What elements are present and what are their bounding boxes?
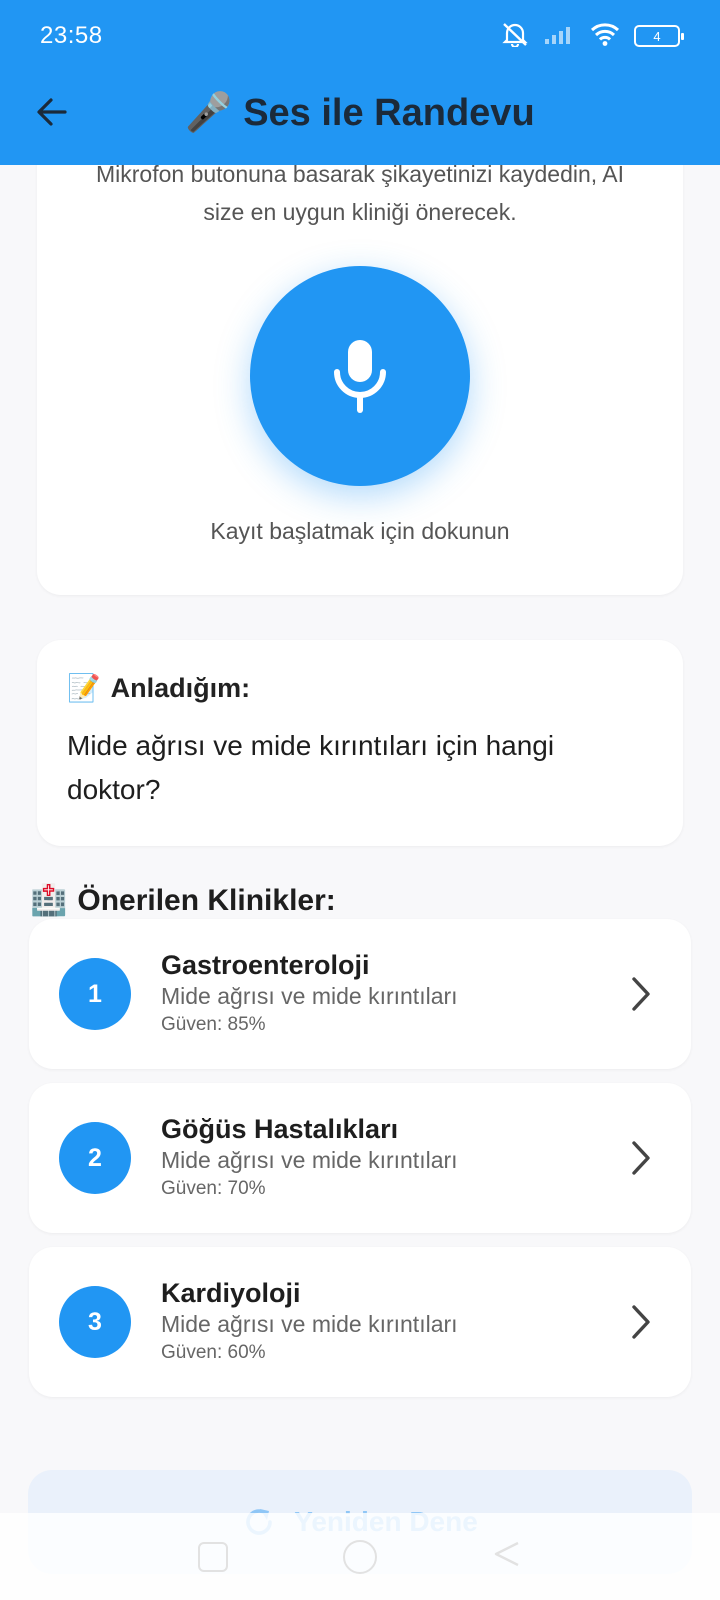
status-time: 23:58 <box>40 22 103 49</box>
record-card: Mikrofon butonuna basarak şikayetinizi k… <box>37 120 683 595</box>
clinic-name: Kardiyoloji <box>161 1278 301 1308</box>
clinics-title: Önerilen Klinikler: <box>77 883 336 917</box>
status-bar: 23:58 4 <box>0 0 720 72</box>
clinic-info: Kardiyoloji Mide ağrısı ve mide kırıntıl… <box>161 1277 621 1367</box>
clinic-name: Gastroenteroloji <box>161 950 370 980</box>
microphone-icon <box>334 340 386 413</box>
clinic-rank-badge: 2 <box>59 1122 131 1194</box>
clinic-reason: Mide ağrısı ve mide kırıntıları <box>161 1311 458 1337</box>
back-nav-button[interactable] <box>492 1539 522 1574</box>
home-button[interactable] <box>342 1539 377 1574</box>
clinic-card-1[interactable]: 1 Gastroenteroloji Mide ağrısı ve mide k… <box>29 919 691 1069</box>
clinic-info: Göğüs Hastalıkları Mide ağrısı ve mide k… <box>161 1113 621 1203</box>
battery-icon: 4 <box>634 25 684 47</box>
arrow-left-icon <box>37 98 67 126</box>
toolbar: 🎤 Ses ile Randevu <box>0 72 720 165</box>
clinic-reason: Mide ağrısı ve mide kırıntıları <box>161 1147 458 1173</box>
app-bar: 23:58 4 🎤 Ses ile Randevu <box>0 0 720 165</box>
understood-header: 📝 Anladığım: <box>67 672 653 704</box>
system-nav-bar <box>0 1513 720 1600</box>
hospital-icon: 🏥 <box>30 884 68 917</box>
understood-card: 📝 Anladığım: Mide ağrısı ve mide kırıntı… <box>37 640 683 846</box>
memo-icon: 📝 <box>67 673 101 703</box>
clinic-confidence: Güven: 85% <box>161 1014 266 1035</box>
clinic-info: Gastroenteroloji Mide ağrısı ve mide kır… <box>161 949 621 1039</box>
understood-text: Mide ağrısı ve mide kırıntıları için han… <box>67 730 555 805</box>
back-button[interactable] <box>30 90 74 134</box>
back-triangle-icon <box>495 1541 519 1567</box>
recent-apps-button[interactable] <box>197 1541 228 1572</box>
clinic-confidence: Güven: 60% <box>161 1342 266 1363</box>
mute-icon <box>500 21 530 52</box>
clinic-card-3[interactable]: 3 Kardiyoloji Mide ağrısı ve mide kırınt… <box>29 1247 691 1397</box>
record-hint: Kayıt başlatmak için dokunun <box>210 518 510 544</box>
status-icons: 4 <box>500 21 684 52</box>
page-title: 🎤 Ses ile Randevu <box>185 91 535 134</box>
clinic-rank-badge: 3 <box>59 1286 131 1358</box>
wifi-icon <box>590 22 620 51</box>
clinic-card-2[interactable]: 2 Göğüs Hastalıkları Mide ağrısı ve mide… <box>29 1083 691 1233</box>
clinic-confidence: Güven: 70% <box>161 1178 266 1199</box>
clinics-section-title: 🏥 Önerilen Klinikler: <box>30 883 336 918</box>
clinic-rank-badge: 1 <box>59 958 131 1030</box>
signal-icon <box>544 23 576 50</box>
clinic-reason: Mide ağrısı ve mide kırıntıları <box>161 983 458 1009</box>
understood-title: Anladığım: <box>110 672 251 703</box>
clinic-name: Göğüs Hastalıkları <box>161 1114 399 1144</box>
chevron-right-icon <box>621 1302 661 1342</box>
chevron-right-icon <box>621 1138 661 1178</box>
record-button[interactable] <box>250 266 470 486</box>
record-description: Mikrofon butonuna basarak şikayetinizi k… <box>95 161 625 225</box>
chevron-right-icon <box>621 974 661 1014</box>
